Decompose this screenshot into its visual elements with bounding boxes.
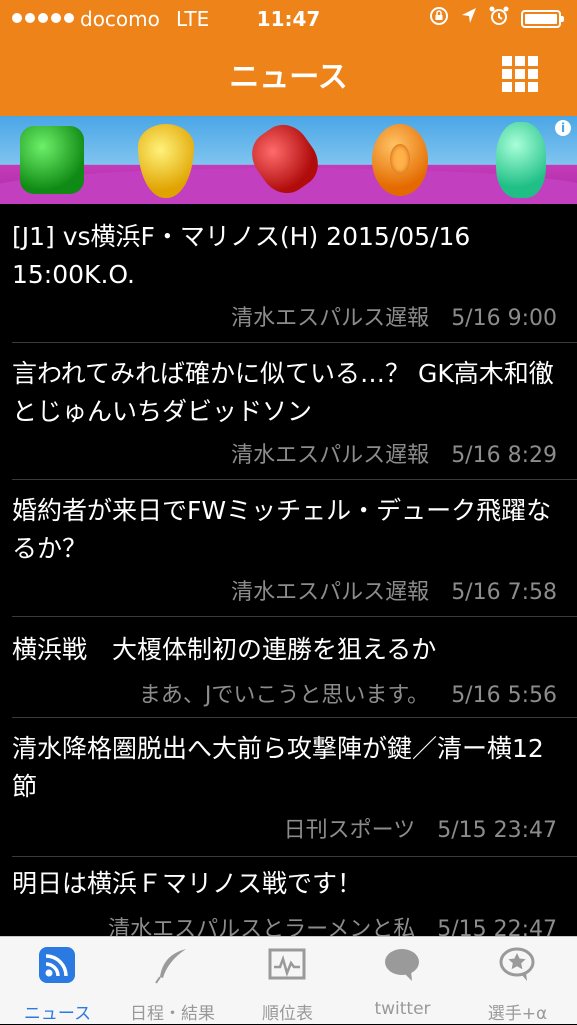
news-item[interactable]: 婚約者が来日でFWミッチェル・デューク飛躍なるか？ 清水エスパルス遅報 5/16 …	[0, 480, 577, 616]
news-item[interactable]: 横浜戦 大榎体制初の連勝を狙えるか まあ、Jでいこうと思います。 5/16 5:5…	[0, 617, 577, 717]
green-candy-image	[20, 126, 84, 194]
news-time: 5/15 22:47	[437, 917, 557, 936]
news-time: 5/16 5:56	[451, 683, 557, 708]
news-title: 言われてみれば確かに似ている…？ GK高木和徹とじゅんいちダビッドソン	[12, 359, 554, 426]
news-source: まあ、Jでいこうと思います。	[138, 683, 430, 708]
news-time: 5/15 23:47	[437, 818, 557, 843]
news-source: 清水エスパルス遅報	[231, 443, 430, 468]
tab-players[interactable]: 選手+α	[460, 937, 575, 1025]
news-item[interactable]: 明日は横浜Ｆマリノス戦です！ 清水エスパルスとラーメンと私 5/15 22:47	[0, 857, 577, 936]
news-title: 清水降格圏脱出へ大前ら攻撃陣が鍵／清ー横12節	[12, 734, 544, 801]
news-title: 横浜戦 大榎体制初の連勝を狙えるか	[12, 635, 437, 664]
speech-bubble-icon	[382, 945, 422, 985]
news-meta: 清水エスパルスとラーメンと私 5/15 22:47	[108, 911, 557, 936]
gummy-bear-image	[496, 122, 546, 198]
news-title: [J1] vs横浜F・マリノス(H) 2015/05/16 15:00K.O.	[12, 222, 471, 289]
orange-candy-image	[372, 124, 428, 196]
tab-bar: ニュース 日程・結果 順位表 twitter 選手+α	[0, 936, 577, 1024]
page-title: ニュース	[229, 60, 348, 95]
tab-label: 選手+α	[487, 1004, 548, 1024]
news-meta: 清水エスパルス遅報 5/16 9:00	[231, 300, 557, 332]
battery-icon	[521, 9, 564, 28]
news-meta: 清水エスパルス遅報 5/16 7:58	[231, 574, 557, 606]
news-time: 5/16 9:00	[451, 306, 557, 331]
feather-icon	[152, 945, 192, 985]
tab-twitter[interactable]: twitter	[345, 937, 460, 1025]
news-source: 日刊スポーツ	[283, 818, 416, 843]
news-source: 清水エスパルスとラーメンと私	[108, 917, 416, 936]
news-time: 5/16 7:58	[451, 580, 557, 605]
news-time: 5/16 8:29	[451, 443, 557, 468]
tab-label: 日程・結果	[130, 1004, 215, 1024]
tab-news[interactable]: ニュース	[0, 937, 115, 1025]
news-meta: 日刊スポーツ 5/15 23:47	[284, 812, 557, 844]
news-item[interactable]: [J1] vs横浜F・マリノス(H) 2015/05/16 15:00K.O. …	[0, 204, 577, 342]
location-icon	[461, 7, 477, 30]
tab-label: twitter	[374, 999, 431, 1019]
news-list[interactable]: [J1] vs横浜F・マリノス(H) 2015/05/16 15:00K.O. …	[0, 204, 577, 936]
tab-standings[interactable]: 順位表	[230, 937, 345, 1025]
news-title: 婚約者が来日でFWミッチェル・デューク飛躍なるか？	[12, 496, 552, 563]
chart-icon	[267, 945, 307, 985]
news-meta: 清水エスパルス遅報 5/16 8:29	[231, 437, 557, 469]
news-source: 清水エスパルス遅報	[231, 306, 430, 331]
status-bar: docomo LTE 11:47	[0, 0, 577, 38]
rotation-lock-icon	[429, 6, 449, 31]
alarm-icon	[489, 6, 509, 31]
news-item[interactable]: 言われてみれば確かに似ている…？ GK高木和徹とじゅんいちダビッドソン 清水エス…	[0, 343, 577, 479]
star-bubble-icon	[497, 945, 537, 985]
tab-label: 順位表	[262, 1004, 313, 1024]
ad-banner[interactable]: i	[0, 116, 577, 204]
news-title: 明日は横浜Ｆマリノス戦です！	[12, 869, 363, 898]
status-icons	[429, 6, 564, 31]
news-meta: まあ、Jでいこうと思います。 5/16 5:56	[139, 677, 557, 709]
news-item[interactable]: 清水降格圏脱出へ大前ら攻撃陣が鍵／清ー横12節 日刊スポーツ 5/15 23:47	[0, 718, 577, 856]
grid-menu-icon[interactable]	[502, 56, 538, 92]
rss-icon	[37, 945, 77, 985]
news-source: 清水エスパルス遅報	[231, 580, 430, 605]
tab-label: ニュース	[23, 1004, 92, 1024]
ad-info-icon[interactable]: i	[555, 120, 571, 136]
tab-schedule-results[interactable]: 日程・結果	[115, 937, 230, 1025]
header-bar: docomo LTE 11:47 ニュース	[0, 0, 577, 116]
